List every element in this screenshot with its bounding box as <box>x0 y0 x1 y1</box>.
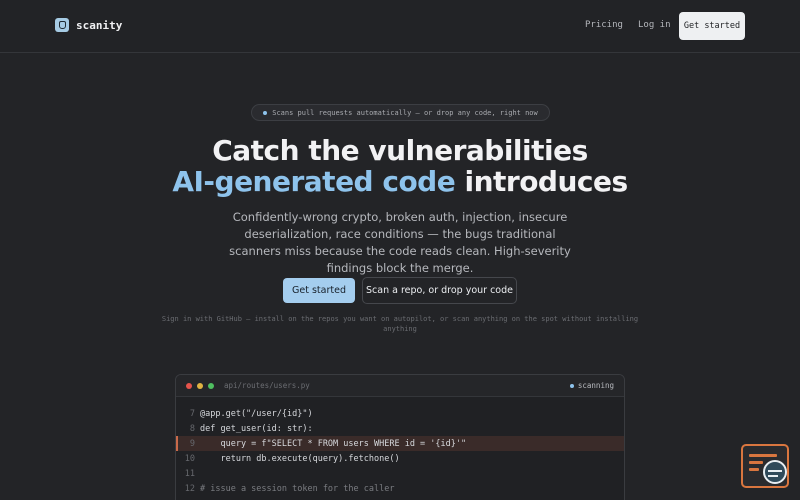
status-dot-icon <box>569 383 574 388</box>
code-line: 8 def get_user(id: str): <box>176 421 624 436</box>
line-number: 9 <box>189 438 195 449</box>
scanity-logo-icon <box>55 18 69 32</box>
line-text: @app.get("/user/{id}") <box>200 408 313 419</box>
hero-subtitle: Confidently-wrong crypto, broken auth, i… <box>229 210 571 275</box>
hero-title-line1: Catch the vulnerabilities <box>212 134 588 167</box>
line-number: 7 <box>189 408 195 419</box>
line-text: def get_user(id: str): <box>200 423 313 434</box>
line-number: 10 <box>184 453 195 464</box>
code-line: 10 return db.execute(query).fetchone() <box>176 451 624 466</box>
scan-repo-button[interactable]: Scan a repo, or drop your code <box>362 277 517 304</box>
hero-title-rest: introduces <box>455 165 628 198</box>
code-lines: 7 @app.get("/user/{id}") 8 def get_user(… <box>176 406 624 496</box>
code-preview-window: api/routes/users.py scanning 7 @app.get(… <box>175 374 625 500</box>
signin-fineprint: Sign in with GitHub — install on the rep… <box>161 315 639 333</box>
line-number: 11 <box>184 468 195 479</box>
scan-status-label: scanning <box>577 381 614 390</box>
file-path: api/routes/users.py <box>224 381 310 390</box>
line-text: query = f"SELECT * FROM users WHERE id =… <box>200 438 467 449</box>
hero-title-accent: AI-generated code <box>172 165 456 198</box>
code-line: 7 @app.get("/user/{id}") <box>176 406 624 421</box>
nav-link-pricing[interactable]: Pricing <box>585 20 623 30</box>
minimize-dot-icon <box>197 383 203 389</box>
get-started-button[interactable]: Get started <box>283 278 355 303</box>
brand[interactable]: scanity <box>55 18 122 32</box>
pill-text: Scans pull requests automatically — or d… <box>272 108 538 117</box>
line-text: return db.execute(query).fetchone() <box>200 453 400 464</box>
maximize-dot-icon <box>208 383 214 389</box>
scan-status: scanning <box>569 381 614 390</box>
nav-get-started-button[interactable]: Get started <box>679 12 745 40</box>
close-dot-icon <box>186 383 192 389</box>
vulnerable-code-line: 9 query = f"SELECT * FROM users WHERE id… <box>176 436 624 451</box>
nav-link-login[interactable]: Log in <box>638 20 671 30</box>
line-number: 12 <box>184 483 195 494</box>
magnifier-icon <box>763 460 787 484</box>
hero-title-line2: AI-generated code introduces <box>0 165 800 198</box>
pill-dot-icon <box>263 110 268 115</box>
line-number: 8 <box>189 423 195 434</box>
line-text: # issue a session token for the caller <box>200 483 395 494</box>
window-titlebar: api/routes/users.py scanning <box>176 375 624 397</box>
top-nav: scanity Pricing Log in Get started <box>0 0 800 53</box>
announcement-pill: Scans pull requests automatically — or d… <box>251 104 550 121</box>
code-line: 11 <box>176 466 624 481</box>
floating-scan-widget-icon[interactable] <box>741 444 789 488</box>
code-line: 12 # issue a session token for the calle… <box>176 481 624 496</box>
brand-name: scanity <box>76 18 123 32</box>
